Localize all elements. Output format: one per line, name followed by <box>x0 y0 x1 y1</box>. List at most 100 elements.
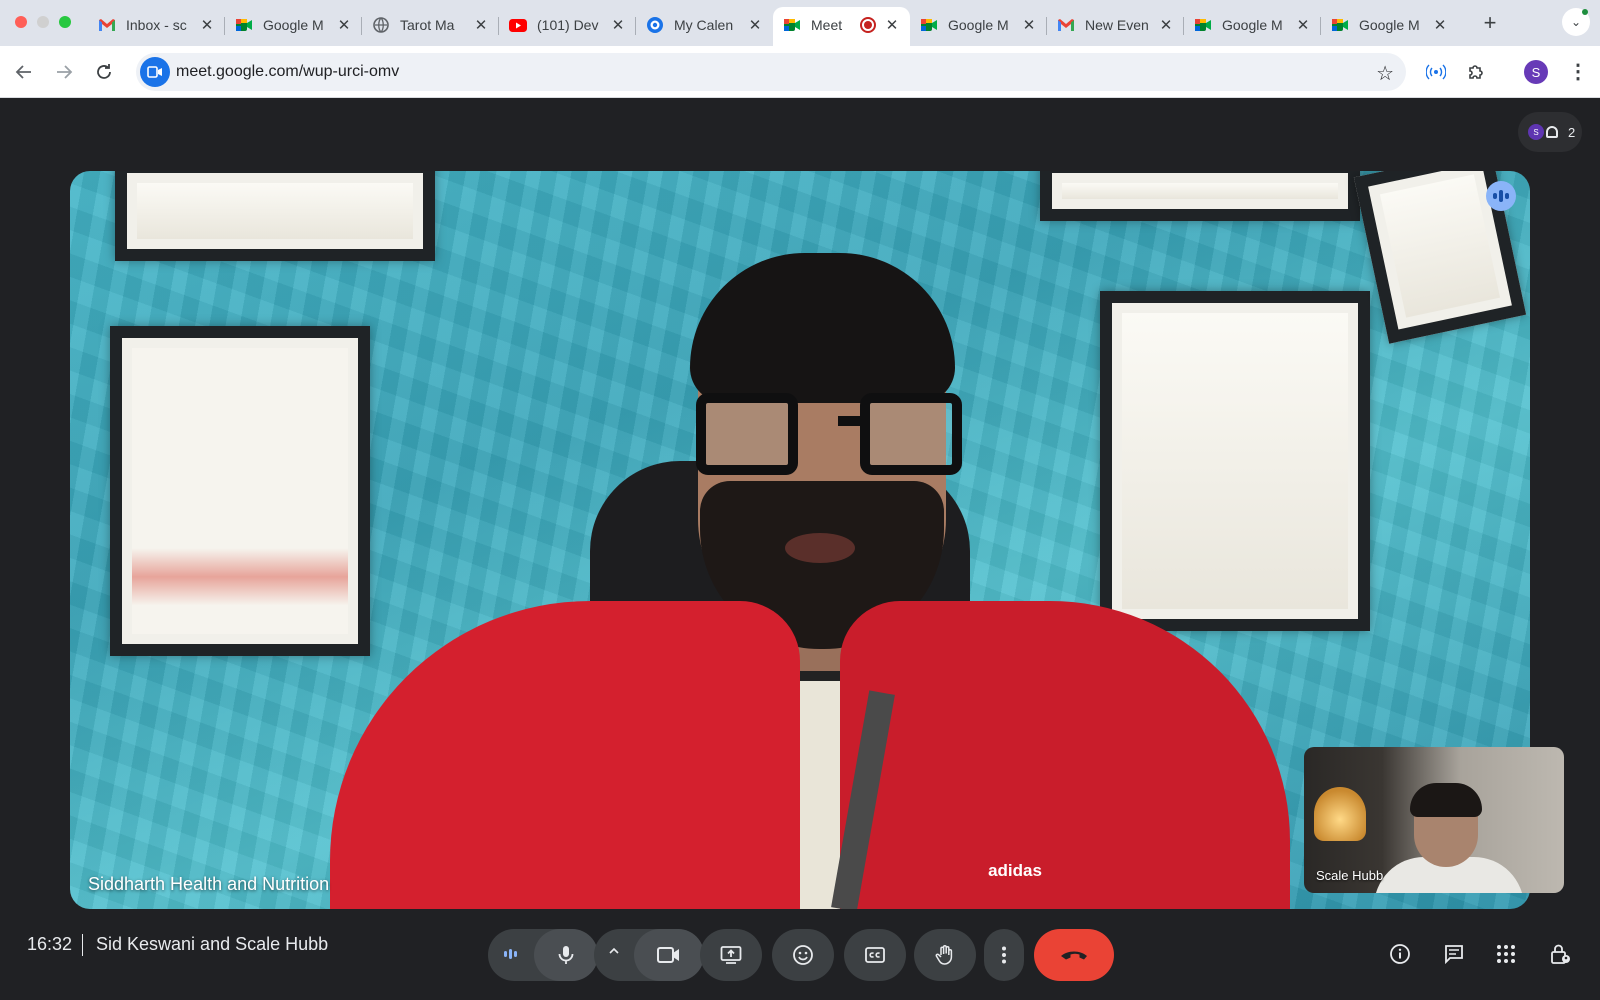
more-options-button[interactable] <box>984 929 1024 981</box>
browser-tab[interactable]: (101) Dev ✕ <box>499 9 636 41</box>
new-tab-button[interactable]: + <box>1476 9 1504 37</box>
meeting-title: Sid Keswani and Scale Hubb <box>96 934 329 954</box>
address-bar[interactable]: meet.google.com/wup-urci-omv ☆ <box>136 53 1406 91</box>
info-icon <box>1390 944 1410 964</box>
reactions-button[interactable] <box>772 929 834 981</box>
update-dot <box>1582 9 1588 15</box>
close-icon[interactable]: ✕ <box>747 17 763 34</box>
close-icon[interactable]: ✕ <box>1295 17 1311 34</box>
close-icon[interactable]: ✕ <box>1432 17 1448 34</box>
chevron-down-icon: ⌄ <box>1570 15 1582 29</box>
lock-person-icon <box>1551 944 1570 964</box>
profile-avatar[interactable]: S <box>1524 60 1548 84</box>
browser-menu-icon[interactable]: ⋮ <box>1568 58 1588 86</box>
emoji-icon <box>793 945 813 965</box>
tab-list: Inbox - sc ✕ Google M ✕ Tarot Ma ✕ (101)… <box>88 7 1458 46</box>
window-zoom-button[interactable] <box>59 16 71 28</box>
meet-icon <box>1194 16 1212 34</box>
wall-frame <box>1040 171 1360 221</box>
browser-tab[interactable]: Google M ✕ <box>225 9 362 41</box>
meet-icon <box>1331 16 1349 34</box>
main-speaker-name: Siddharth Health and Nutrition <box>88 874 330 894</box>
chat-icon <box>1445 945 1463 965</box>
browser-tab[interactable]: Tarot Ma ✕ <box>362 9 499 41</box>
tab-search-button[interactable]: ⌄ <box>1562 8 1590 36</box>
present-screen-button[interactable] <box>700 929 762 981</box>
browser-tab[interactable]: My Calen ✕ <box>636 9 773 41</box>
site-info-icon[interactable] <box>140 57 170 87</box>
media-broadcast-icon[interactable] <box>1424 60 1448 84</box>
reload-icon <box>97 64 111 79</box>
meeting-details-button[interactable] <box>1386 940 1414 968</box>
self-view-tile[interactable]: Scale Hubb <box>1304 747 1564 893</box>
meet-icon <box>920 16 938 34</box>
tab-title: My Calen <box>674 17 734 33</box>
person-mouth <box>785 533 855 563</box>
arrow-right-icon <box>57 65 73 79</box>
browser-tab[interactable]: Google M ✕ <box>910 9 1047 41</box>
plus-icon: + <box>1483 10 1497 35</box>
leave-call-button[interactable] <box>1034 929 1114 981</box>
tab-title: Tarot Ma <box>400 17 455 33</box>
divider <box>82 934 83 956</box>
window-minimize-button[interactable] <box>37 16 49 28</box>
close-icon[interactable]: ✕ <box>1158 17 1174 34</box>
chevron-up-icon[interactable] <box>606 943 622 962</box>
close-icon[interactable]: ✕ <box>336 17 352 34</box>
host-controls-button[interactable] <box>1546 940 1574 968</box>
tab-title: Google M <box>948 17 1009 33</box>
glasses-right-lens <box>860 393 962 475</box>
close-icon[interactable]: ✕ <box>610 17 626 34</box>
youtube-icon <box>509 16 527 34</box>
tab-title: (101) Dev <box>537 17 599 33</box>
back-button[interactable] <box>10 58 38 86</box>
self-person-hair <box>1410 783 1482 817</box>
audio-level-icon <box>504 949 517 959</box>
participant-mini-avatar: S <box>1528 124 1544 140</box>
tab-title: Inbox - sc <box>126 17 187 33</box>
forward-button[interactable] <box>50 58 78 86</box>
browser-tab[interactable]: Google M ✕ <box>1184 9 1321 41</box>
meeting-time: 16:32 <box>27 934 73 954</box>
jacket-logo: adidas <box>988 861 1042 880</box>
browser-tab[interactable]: Inbox - sc ✕ <box>88 9 225 41</box>
participants-button[interactable]: S 2 <box>1518 112 1582 152</box>
closed-captions-icon <box>865 947 885 963</box>
close-icon[interactable]: ✕ <box>199 17 215 34</box>
browser-tab[interactable]: New Even ✕ <box>1047 9 1184 41</box>
hand-icon <box>935 945 953 965</box>
url-text: meet.google.com/wup-urci-omv <box>176 63 400 80</box>
reload-button[interactable] <box>90 58 118 86</box>
meet-icon <box>235 16 253 34</box>
browser-tab[interactable]: Google M ✕ <box>1321 9 1458 41</box>
gmail-icon <box>1057 16 1075 34</box>
calendar-icon <box>646 16 664 34</box>
captions-button[interactable] <box>844 929 906 981</box>
microphone-button[interactable] <box>534 929 598 981</box>
tab-title: Google M <box>1359 17 1420 33</box>
close-icon[interactable]: ✕ <box>1021 17 1037 34</box>
browser-tab-active[interactable]: Meet ✕ <box>773 7 910 46</box>
close-icon[interactable]: ✕ <box>884 17 900 34</box>
mic-control-group <box>488 929 598 981</box>
globe-icon <box>372 16 390 34</box>
present-screen-icon <box>720 946 742 964</box>
window-close-button[interactable] <box>15 16 27 28</box>
glasses-left-lens <box>696 393 798 475</box>
participant-count: 2 <box>1568 124 1576 140</box>
browser-toolbar: meet.google.com/wup-urci-omv ☆ S ⋮ <box>0 46 1600 98</box>
chat-button[interactable] <box>1440 940 1468 968</box>
wall-frame <box>110 326 370 656</box>
speaking-indicator-icon <box>1486 181 1516 211</box>
extensions-puzzle-icon[interactable] <box>1464 60 1488 84</box>
activities-button[interactable] <box>1492 940 1520 968</box>
close-icon[interactable]: ✕ <box>473 17 489 34</box>
gmail-icon <box>98 16 116 34</box>
meet-icon <box>783 16 801 34</box>
meet-control-bar: 16:32 Sid Keswani and Scale Hubb <box>0 910 1600 1000</box>
raise-hand-button[interactable] <box>914 929 976 981</box>
bookmark-star-icon[interactable]: ☆ <box>1376 61 1394 86</box>
camera-button[interactable] <box>634 929 704 981</box>
call-end-icon <box>1061 951 1087 960</box>
camera-control-group <box>594 929 704 981</box>
